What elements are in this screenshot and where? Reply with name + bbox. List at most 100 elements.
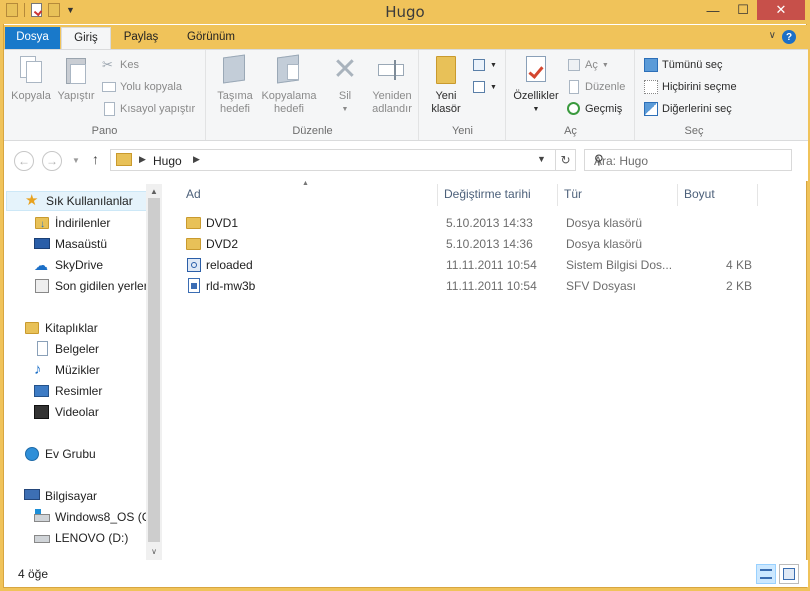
search-input[interactable]: Ara: Hugo ⚲ [584, 149, 792, 171]
file-date: 5.10.2013 14:36 [446, 237, 533, 251]
delete-button[interactable]: ✕ Sil ▼ [325, 54, 365, 116]
minimize-button[interactable]: — [697, 0, 729, 20]
file-name: DVD2 [206, 237, 239, 251]
column-header-name[interactable]: Ad [180, 184, 438, 206]
tab-file[interactable]: Dosya [5, 27, 60, 49]
rename-button[interactable]: Yeniden adlandır [367, 54, 417, 116]
tab-home[interactable]: Giriş [61, 27, 111, 49]
scroll-thumb[interactable] [148, 198, 160, 542]
tab-view[interactable]: Görünüm [175, 27, 247, 49]
search-icon[interactable]: ⚲ [594, 152, 785, 168]
move-to-label-2: hedefi [220, 103, 250, 115]
nav-item-libraries[interactable]: Kitaplıklar [4, 318, 146, 338]
file-name: reloaded [206, 258, 253, 272]
up-button[interactable]: ↑ [92, 151, 99, 167]
ribbon-expand-chevron-icon[interactable]: ∨ [769, 30, 776, 41]
details-view-icon [760, 569, 772, 579]
select-all-label: Tümünü seç [662, 59, 723, 71]
column-header-type[interactable]: Tür [558, 184, 678, 206]
properties-label: Özellikler [513, 90, 559, 102]
nav-item-drive-c[interactable]: Windows8_OS (C:) [4, 507, 146, 527]
address-dropdown-icon[interactable]: ▼ [537, 154, 546, 164]
forward-button[interactable]: → [42, 151, 62, 171]
large-icons-view-button[interactable] [779, 564, 799, 584]
details-view-button[interactable] [756, 564, 776, 584]
help-icon[interactable]: ? [782, 30, 796, 44]
nav-item-documents[interactable]: Belgeler [4, 339, 146, 359]
new-item-button[interactable]: ▼ [472, 56, 497, 74]
easy-access-button[interactable]: ▼ [472, 78, 497, 96]
scroll-up-icon[interactable]: ▲ [146, 184, 162, 198]
item-count: 4 öğe [18, 567, 49, 581]
maximize-button[interactable]: ☐ [729, 0, 757, 20]
nav-label: LENOVO (D:) [55, 531, 129, 545]
invert-selection-button[interactable]: Diğerlerini seç [644, 100, 732, 118]
drive-icon [34, 530, 50, 546]
table-row[interactable]: DVD2 5.10.2013 14:36 Dosya klasörü [180, 234, 760, 254]
group-label-open: Aç [564, 125, 577, 137]
chevron-down-icon: ▼ [490, 61, 497, 69]
nav-item-favorites[interactable]: ★ Sık Kullanılanlar [6, 191, 148, 211]
file-list: ▲ Ad Değiştirme tarihi Tür Boyut DVD1 5.… [166, 180, 808, 560]
nav-item-desktop[interactable]: Masaüstü [4, 234, 146, 254]
select-all-button[interactable]: Tümünü seç [644, 56, 723, 74]
back-button[interactable]: ← [14, 151, 34, 171]
file-type: Sistem Bilgisi Dos... [566, 258, 673, 272]
folder-icon [116, 153, 132, 166]
copy-path-button[interactable]: Yolu kopyala [102, 78, 182, 96]
table-row[interactable]: DVD1 5.10.2013 14:33 Dosya klasörü [180, 213, 760, 233]
cut-label: Kes [120, 59, 139, 71]
status-bar: 4 öğe [4, 560, 808, 587]
paste-shortcut-button[interactable]: Kısayol yapıştır [102, 100, 195, 118]
recent-locations-chevron-icon[interactable]: ▼ [72, 156, 80, 165]
history-button[interactable]: Geçmiş [567, 100, 622, 118]
file-name: DVD1 [206, 216, 239, 230]
file-type: Dosya klasörü [566, 237, 643, 251]
paste-button[interactable]: Yapıştır [54, 54, 98, 103]
nav-item-drive-d[interactable]: LENOVO (D:) [4, 528, 146, 548]
chevron-down-icon: ▼ [601, 61, 609, 69]
nav-item-music[interactable]: ♪ Müzikler [4, 360, 146, 380]
move-to-button[interactable]: Taşıma hedefi [211, 54, 259, 116]
windows-drive-icon [34, 509, 50, 525]
column-header-date[interactable]: Değiştirme tarihi [438, 184, 558, 206]
chevron-down-icon: ▼ [532, 106, 540, 113]
breadcrumb[interactable]: Hugo [153, 154, 182, 168]
nav-item-recent[interactable]: Son gidilen yerler [4, 276, 146, 296]
column-header-size[interactable]: Boyut [678, 184, 758, 206]
delete-label: Sil [338, 90, 352, 102]
new-folder-button[interactable]: Yeni klasör [426, 54, 466, 116]
table-row[interactable]: reloaded 11.11.2011 10:54 Sistem Bilgisi… [180, 255, 760, 275]
scroll-down-icon[interactable]: ∨ [146, 544, 162, 558]
nav-item-skydrive[interactable]: ☁ SkyDrive [4, 255, 146, 275]
chevron-right-icon[interactable]: ▶ [139, 154, 146, 165]
select-none-button[interactable]: Hiçbirini seçme [644, 78, 737, 96]
tab-share[interactable]: Paylaş [114, 27, 168, 49]
table-row[interactable]: rld-mw3b 11.11.2011 10:54 SFV Dosyası 2 … [180, 276, 760, 296]
address-bar[interactable]: ▶ Hugo ▶ ▼ ↻ [110, 149, 576, 171]
nav-item-videos[interactable]: Videolar [4, 402, 146, 422]
copy-to-label: Kopyalama [261, 90, 317, 102]
copy-button[interactable]: Kopyala [10, 54, 52, 103]
cut-button[interactable]: ✂ Kes [102, 56, 139, 74]
folder-icon [186, 236, 202, 252]
refresh-button[interactable]: ↻ [555, 150, 575, 170]
edit-button[interactable]: Düzenle [567, 78, 625, 96]
move-to-icon [219, 54, 251, 86]
nav-item-computer[interactable]: Bilgisayar [4, 486, 146, 506]
paste-icon [60, 54, 92, 86]
nav-scrollbar[interactable]: ▲ ∨ [146, 184, 162, 560]
nav-item-pictures[interactable]: Resimler [4, 381, 146, 401]
title-bar: ▼ Hugo — ☐ ✕ [0, 0, 810, 24]
properties-button[interactable]: Özellikler ▼ [509, 54, 563, 116]
nav-item-homegroup[interactable]: Ev Grubu [4, 444, 146, 464]
chevron-right-icon[interactable]: ▶ [193, 154, 200, 165]
close-button[interactable]: ✕ [757, 0, 805, 20]
chevron-down-icon: ▼ [490, 83, 497, 91]
download-folder-icon: ↓ [34, 215, 50, 231]
nav-item-downloads[interactable]: ↓ İndirilenler [4, 213, 146, 233]
copy-to-button[interactable]: Kopyalama hedefi [259, 54, 319, 116]
delete-icon: ✕ [332, 53, 358, 86]
open-button[interactable]: Aç ▼ [567, 56, 609, 74]
desktop-icon [34, 236, 50, 252]
